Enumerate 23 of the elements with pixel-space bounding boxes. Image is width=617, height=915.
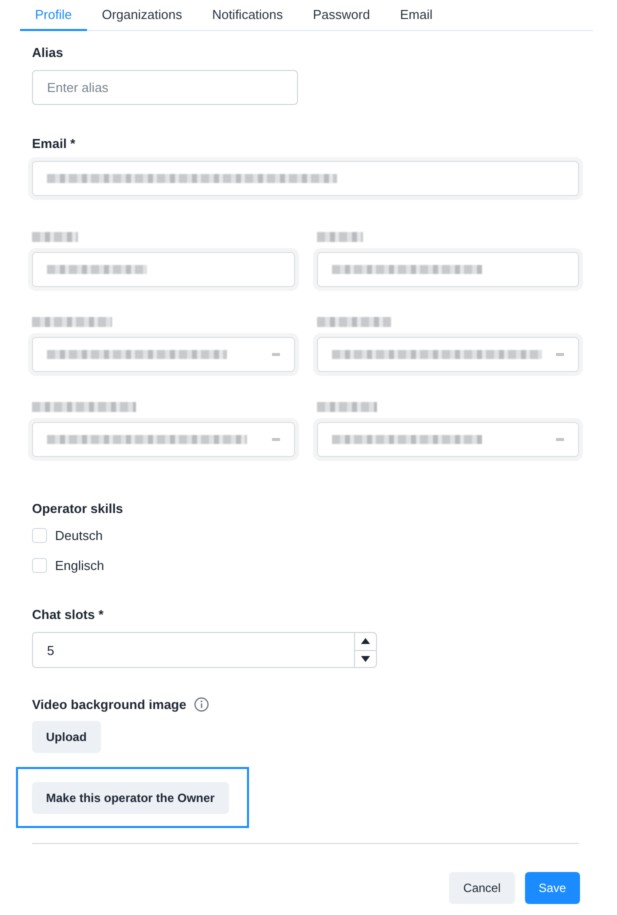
caret-up-icon	[361, 638, 370, 644]
checkbox[interactable]	[32, 558, 47, 572]
tab[interactable]: Organizations	[86, 0, 198, 31]
make-owner-button[interactable]: Make this operator the Owner	[32, 782, 229, 814]
caret-down-icon	[361, 656, 370, 662]
field-label: Chat slots *	[32, 607, 105, 622]
checkbox-label: Deutsch	[55, 528, 103, 542]
field-label: Alias	[32, 45, 64, 60]
checkbox[interactable]	[32, 528, 47, 542]
blurred-label	[32, 232, 78, 242]
field-label: Video background image	[32, 697, 186, 712]
info-icon[interactable]	[194, 697, 210, 712]
tab[interactable]: Email	[384, 0, 448, 31]
checkbox-label: Englisch	[55, 558, 104, 572]
alias-field[interactable]: Enter alias	[32, 70, 298, 105]
upload-button[interactable]: Upload	[32, 721, 101, 753]
cancel-button[interactable]: Cancel	[449, 872, 515, 904]
tab[interactable]: Password	[298, 0, 385, 31]
blurred-label	[316, 232, 362, 242]
field-label: Email *	[32, 136, 76, 151]
field-label: Operator skills	[32, 501, 124, 516]
blurred-label	[316, 402, 376, 412]
tab[interactable]: Notifications	[197, 0, 298, 31]
